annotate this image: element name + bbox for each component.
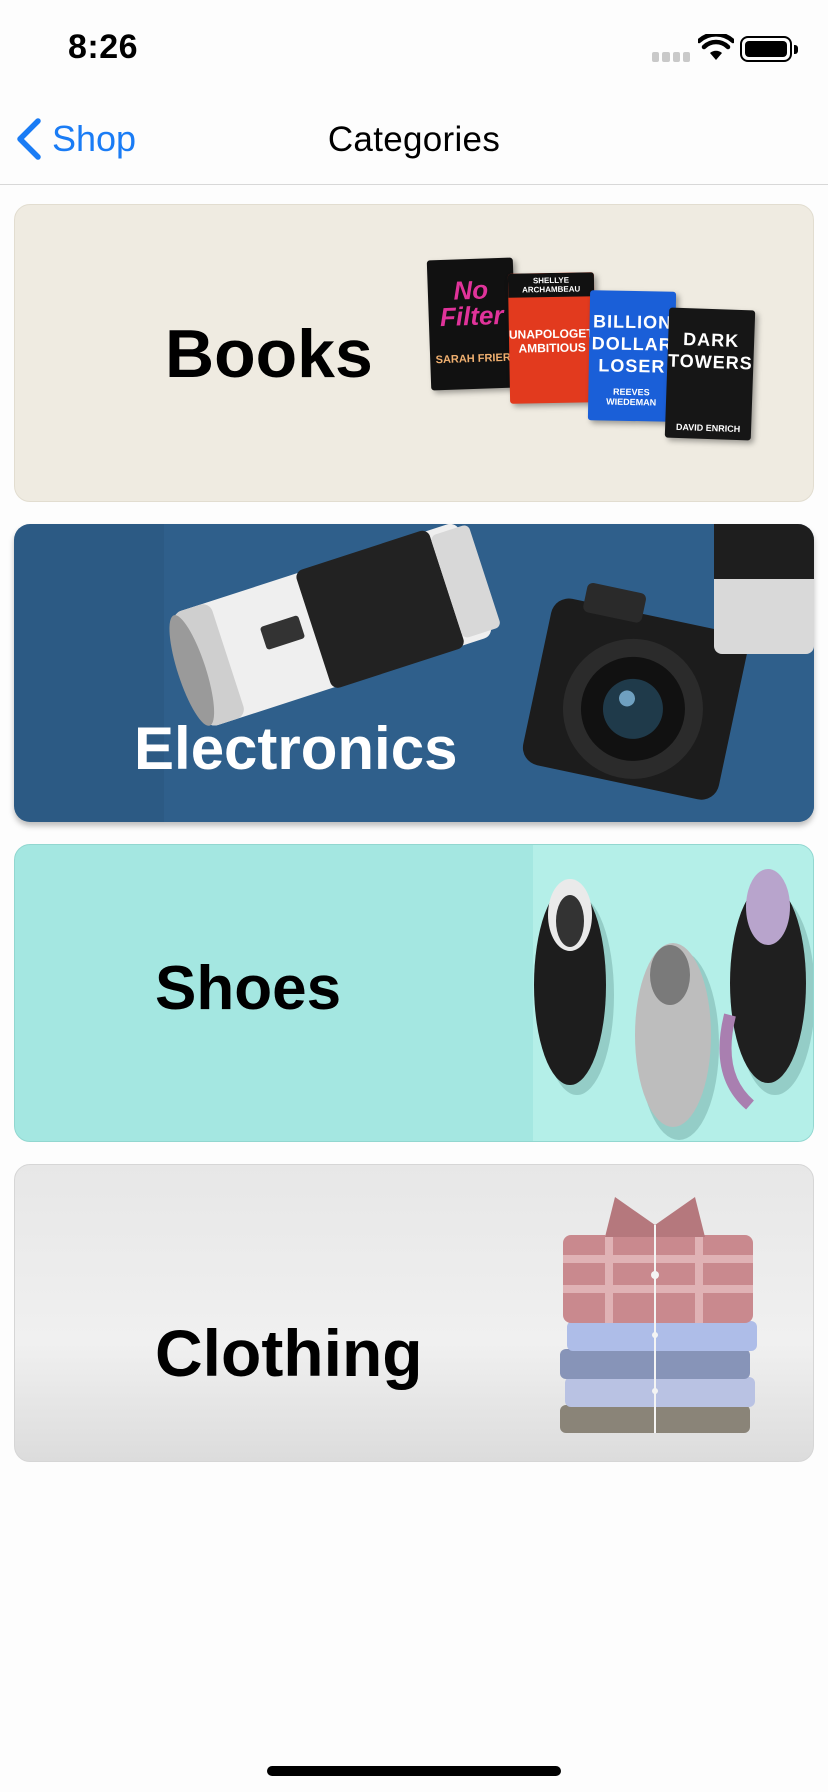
status-bar: 8:26 — [0, 0, 828, 96]
shoes-image — [534, 869, 813, 1140]
page-title: Categories — [327, 120, 501, 159]
category-label: Clothing — [155, 1316, 423, 1390]
book-cover: DARK TOWERS DAVID ENRICH — [664, 307, 756, 441]
category-card-books[interactable]: Books No Filter SARAH FRIER SHELLYE ARCH… — [14, 204, 814, 502]
book-title: BILLION DOLLAR LOSER — [591, 311, 673, 377]
book-author: DAVID ENRICH — [675, 421, 741, 435]
home-indicator — [267, 1766, 561, 1776]
book-author: SHELLYE ARCHAMBEAU — [507, 272, 595, 298]
clothing-image — [560, 1197, 757, 1433]
book-title: UNAPOLOGETICALLY AMBITIOUS — [508, 325, 597, 356]
battery-icon — [740, 36, 798, 62]
category-label: Books — [165, 316, 373, 392]
status-time: 8:26 — [68, 28, 139, 66]
book-title: DARK TOWERS — [667, 329, 754, 374]
category-card-shoes[interactable]: Shoes — [14, 844, 814, 1142]
navigation-bar: Shop Categories — [0, 96, 828, 185]
book-author: REEVES WIEDEMAN — [606, 386, 657, 408]
wifi-icon — [698, 34, 734, 60]
category-label: Shoes — [155, 954, 342, 1023]
category-card-clothing[interactable]: Clothing — [14, 1164, 814, 1462]
cellular-signal-icon — [652, 52, 690, 62]
book-cover: No Filter SARAH FRIER — [426, 257, 518, 391]
book-title: No Filter — [439, 274, 505, 333]
book-cover: BILLION DOLLAR LOSER REEVES WIEDEMAN — [587, 290, 677, 422]
book-author: SARAH FRIER — [435, 351, 511, 367]
category-card-electronics[interactable]: Electronics — [14, 524, 814, 822]
category-label: Electronics — [134, 715, 458, 782]
book-cover: SHELLYE ARCHAMBEAU UNAPOLOGETICALLY AMBI… — [507, 272, 597, 404]
